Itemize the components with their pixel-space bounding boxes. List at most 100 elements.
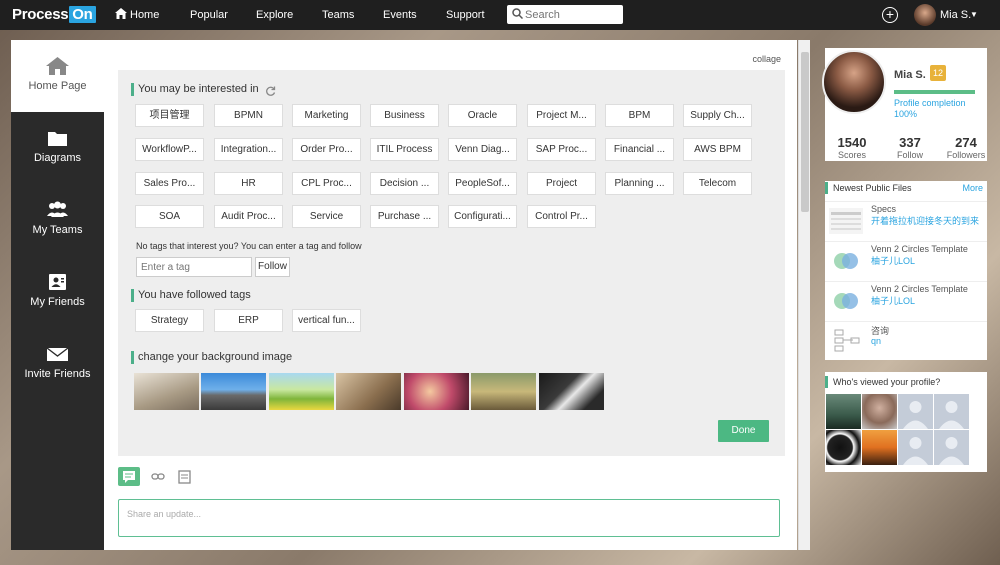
document-icon[interactable]: [174, 467, 196, 486]
interest-tag[interactable]: Oracle: [448, 104, 517, 127]
tag-input[interactable]: [136, 257, 252, 277]
nav-home-label: Home: [130, 9, 160, 21]
processon-logo[interactable]: Process On: [12, 6, 96, 23]
nav-explore[interactable]: Explore: [256, 0, 293, 30]
collage-link[interactable]: collage: [752, 54, 781, 64]
file-owner[interactable]: 柚子儿LOL: [871, 296, 983, 307]
file-owner[interactable]: 开着拖拉机迎接冬天的到来: [871, 216, 983, 227]
refresh-icon[interactable]: [265, 86, 276, 97]
stat-scores[interactable]: 1540 Scores: [827, 135, 877, 160]
interest-tag[interactable]: Integration...: [214, 138, 283, 161]
interest-tag[interactable]: Financial ...: [605, 138, 674, 161]
interest-tag[interactable]: Control Pr...: [527, 205, 596, 228]
default-avatar-icon[interactable]: [898, 394, 933, 429]
followed-tag[interactable]: ERP: [214, 309, 283, 332]
profile-name[interactable]: Mia S.: [894, 69, 926, 81]
user-name[interactable]: Mia S.: [940, 0, 971, 30]
background-option-field[interactable]: [269, 373, 334, 410]
search-input[interactable]: [525, 7, 619, 22]
follow-button[interactable]: Follow: [255, 257, 290, 277]
status-update-icon[interactable]: [118, 467, 140, 486]
interest-tag[interactable]: Business: [370, 104, 439, 127]
background-option-paper-heart[interactable]: [539, 373, 604, 410]
interest-tag[interactable]: CPL Proc...: [292, 172, 361, 195]
interest-tag[interactable]: Telecom: [683, 172, 752, 195]
sidebar-item-my-friends[interactable]: My Friends: [11, 256, 104, 328]
interest-tag[interactable]: Order Pro...: [292, 138, 361, 161]
viewer-avatar[interactable]: [862, 430, 897, 465]
nav-home[interactable]: Home: [115, 0, 159, 30]
file-owner[interactable]: qn: [871, 336, 983, 347]
background-option-meadow[interactable]: [471, 373, 536, 410]
interest-tag[interactable]: Venn Diag...: [448, 138, 517, 161]
share-update-input[interactable]: Share an update...: [118, 499, 780, 537]
background-option-bokeh[interactable]: [404, 373, 469, 410]
sidebar-item-home-page[interactable]: Home Page: [11, 40, 104, 112]
nav-support[interactable]: Support: [446, 0, 485, 30]
file-item[interactable]: Specs 开着拖拉机迎接冬天的到来: [825, 201, 987, 241]
interest-tag[interactable]: PeopleSof...: [448, 172, 517, 195]
interest-tag[interactable]: Planning ...: [605, 172, 674, 195]
interest-tag[interactable]: Service: [292, 205, 361, 228]
done-button[interactable]: Done: [718, 420, 769, 442]
followed-tag[interactable]: Strategy: [135, 309, 204, 332]
followed-tag[interactable]: vertical fun...: [292, 309, 361, 332]
main-scrollbar[interactable]: [798, 40, 810, 550]
file-thumbnail: [829, 248, 863, 274]
nav-teams[interactable]: Teams: [322, 0, 354, 30]
default-avatar-icon[interactable]: [934, 430, 969, 465]
link-icon[interactable]: [147, 467, 169, 486]
interest-tag[interactable]: HR: [214, 172, 283, 195]
left-sidebar: Home Page Diagrams My Teams My Friends I…: [11, 40, 104, 550]
nav-events[interactable]: Events: [383, 0, 417, 30]
newest-files-panel: Newest Public Files More Specs 开着拖拉机迎接冬天…: [825, 181, 987, 360]
scrollbar-thumb[interactable]: [801, 52, 809, 212]
interest-tag[interactable]: 项目管理: [135, 104, 204, 127]
viewer-avatar[interactable]: [826, 394, 861, 429]
file-item[interactable]: 咨询 qn: [825, 321, 987, 361]
file-name: Venn 2 Circles Template: [871, 284, 968, 294]
chevron-down-icon[interactable]: ▼: [970, 0, 978, 30]
interest-tag[interactable]: Audit Proc...: [214, 205, 283, 228]
interest-tag[interactable]: ITIL Process: [370, 138, 439, 161]
file-item[interactable]: Venn 2 Circles Template 柚子儿LOL: [825, 241, 987, 281]
interest-tag[interactable]: Project: [527, 172, 596, 195]
nav-popular[interactable]: Popular: [190, 0, 228, 30]
interest-tag[interactable]: Configurati...: [448, 205, 517, 228]
interest-tag[interactable]: Supply Ch...: [683, 104, 752, 127]
search-box[interactable]: [507, 5, 623, 24]
viewer-avatar[interactable]: [862, 394, 897, 429]
interest-tag[interactable]: WorkflowP...: [135, 138, 204, 161]
more-link[interactable]: More: [962, 183, 983, 193]
interest-tag[interactable]: AWS BPM: [683, 138, 752, 161]
home-icon: [115, 8, 127, 19]
create-plus-icon[interactable]: +: [882, 7, 898, 23]
file-owner[interactable]: 柚子儿LOL: [871, 256, 983, 267]
team-icon: [47, 201, 68, 217]
sidebar-item-my-teams[interactable]: My Teams: [11, 184, 104, 256]
background-option-road[interactable]: [201, 373, 266, 410]
stat-follow[interactable]: 337 Follow: [885, 135, 935, 160]
background-option-letters[interactable]: [336, 373, 401, 410]
sidebar-item-invite-friends[interactable]: Invite Friends: [11, 328, 104, 400]
file-item[interactable]: Venn 2 Circles Template 柚子儿LOL: [825, 281, 987, 321]
stat-followers[interactable]: 274 Followers: [941, 135, 991, 160]
interest-tag[interactable]: Purchase ...: [370, 205, 439, 228]
file-name: Specs: [871, 204, 897, 214]
interest-tag[interactable]: Sales Pro...: [135, 172, 204, 195]
interest-tag[interactable]: SAP Proc...: [527, 138, 596, 161]
interest-tag[interactable]: Project M...: [527, 104, 596, 127]
interest-tag[interactable]: BPMN: [214, 104, 283, 127]
default-avatar-icon[interactable]: [898, 430, 933, 465]
profile-completion-label: Profile completion: [894, 98, 966, 108]
sidebar-item-diagrams[interactable]: Diagrams: [11, 112, 104, 184]
interest-tag[interactable]: BPM: [605, 104, 674, 127]
interest-tag[interactable]: SOA: [135, 205, 204, 228]
default-avatar-icon[interactable]: [934, 394, 969, 429]
background-option-book[interactable]: [134, 373, 199, 410]
interest-tag[interactable]: Decision ...: [370, 172, 439, 195]
profile-avatar[interactable]: [822, 50, 886, 114]
user-avatar[interactable]: [914, 4, 936, 26]
interest-tag[interactable]: Marketing: [292, 104, 361, 127]
viewer-avatar[interactable]: [826, 430, 861, 465]
